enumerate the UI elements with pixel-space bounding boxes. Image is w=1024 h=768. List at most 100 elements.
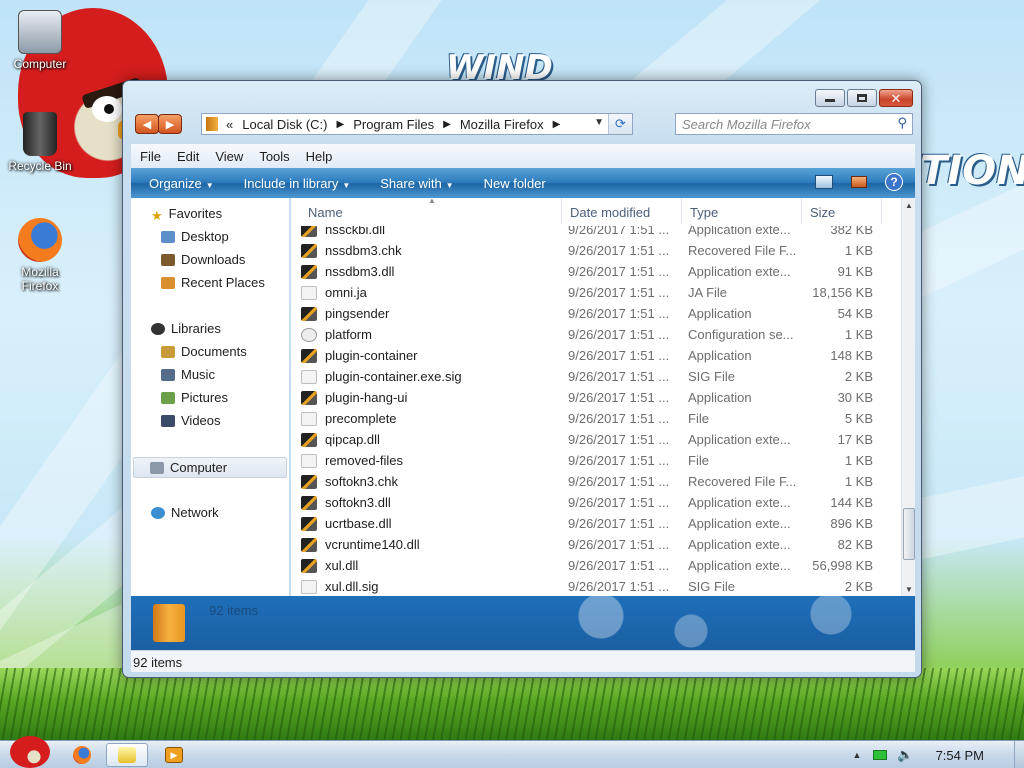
scrollbar-thumb[interactable] — [903, 508, 915, 560]
show-desktop-button[interactable] — [1014, 741, 1024, 768]
scroll-up-arrow-icon[interactable]: ▲ — [902, 198, 916, 212]
folder-large-icon — [153, 604, 185, 642]
file-row[interactable]: plugin-container 9/26/2017 1:51 ... Applic… — [291, 345, 901, 366]
file-type: Configuration se... — [688, 327, 794, 342]
file-row[interactable]: precomplete 9/26/2017 1:51 ... File 5 KB — [291, 408, 901, 429]
refresh-button[interactable]: ⟳ — [608, 114, 632, 134]
file-size: 17 KB — [837, 432, 873, 447]
menu-tools[interactable]: Tools — [259, 149, 289, 164]
nav-computer[interactable]: Computer — [133, 457, 287, 478]
back-button[interactable]: ◀ — [135, 114, 159, 134]
nav-videos[interactable]: Videos — [161, 413, 221, 428]
address-dropdown-icon[interactable]: ▼ — [594, 117, 604, 128]
search-input[interactable]: Search Mozilla Firefox ⚲ — [675, 113, 913, 135]
taskbar-media-player[interactable]: ▶ — [160, 743, 188, 767]
file-date-modified: 9/26/2017 1:51 ... — [568, 474, 670, 489]
maximize-button[interactable] — [847, 89, 877, 107]
breadcrumb-program-files[interactable]: Program Files — [353, 117, 434, 132]
menu-edit[interactable]: Edit — [177, 149, 199, 164]
menu-view[interactable]: View — [215, 149, 243, 164]
media-player-icon: ▶ — [165, 747, 183, 763]
file-row[interactable]: softokn3.dll 9/26/2017 1:51 ... Applicatio… — [291, 492, 901, 513]
file-row[interactable]: platform 9/26/2017 1:51 ... Configuration … — [291, 324, 901, 345]
change-view-icon[interactable] — [815, 175, 833, 189]
file-row[interactable]: plugin-hang-ui 9/26/2017 1:51 ... Applicat… — [291, 387, 901, 408]
nav-downloads[interactable]: Downloads — [161, 252, 245, 267]
file-row[interactable]: qipcap.dll 9/26/2017 1:51 ... Application … — [291, 429, 901, 450]
nav-favorites[interactable]: ★ Favorites — [151, 206, 222, 223]
file-row[interactable]: softokn3.chk 9/26/2017 1:51 ... Recovered … — [291, 471, 901, 492]
nav-libraries[interactable]: Libraries — [151, 321, 221, 336]
computer-icon — [150, 461, 164, 474]
include-in-library-button[interactable]: Include in library ▼ — [244, 176, 351, 191]
address-bar[interactable]: « Local Disk (C:) ▶ Program Files ▶ Mozi… — [201, 113, 633, 135]
nav-recent-places[interactable]: Recent Places — [161, 275, 265, 290]
column-header-name[interactable]: Name ▲ — [300, 196, 562, 224]
nav-pictures[interactable]: Pictures — [161, 390, 228, 405]
file-type: File — [688, 411, 709, 426]
taskbar-explorer[interactable] — [106, 743, 148, 767]
organize-button[interactable]: Organize ▼ — [149, 176, 214, 191]
show-hidden-icons-button[interactable]: ▲ — [852, 750, 861, 760]
start-button[interactable] — [4, 735, 56, 768]
breadcrumb-mozilla-firefox[interactable]: Mozilla Firefox — [460, 117, 544, 132]
share-with-button[interactable]: Share with ▼ — [380, 176, 453, 191]
breadcrumb-overflow[interactable]: « — [226, 117, 233, 132]
volume-icon[interactable]: 🔈 — [897, 747, 913, 763]
nav-music[interactable]: Music — [161, 367, 215, 382]
file-name-cell: removed-files — [301, 453, 403, 468]
battery-icon[interactable] — [873, 750, 888, 760]
file-row[interactable]: omni.ja 9/26/2017 1:51 ... JA File 18,156 K… — [291, 282, 901, 303]
file-row[interactable]: pingsender 9/26/2017 1:51 ... Application 5… — [291, 303, 901, 324]
search-placeholder: Search Mozilla Firefox — [682, 117, 811, 132]
file-size: 1 KB — [844, 327, 873, 342]
desktop-icon-firefox[interactable]: Mozilla Firefox — [0, 218, 80, 293]
file-row[interactable]: nssdbm3.dll 9/26/2017 1:51 ... Application… — [291, 261, 901, 282]
file-row[interactable]: plugin-container.exe.sig 9/26/2017 1:51 .… — [291, 366, 901, 387]
file-size: 382 KB — [830, 226, 873, 237]
column-header-date-modified[interactable]: Date modified — [562, 198, 682, 224]
file-size: 144 KB — [830, 495, 873, 510]
new-folder-button[interactable]: New folder — [484, 176, 546, 191]
column-header-size[interactable]: Size — [802, 198, 882, 224]
file-row[interactable]: removed-files 9/26/2017 1:51 ... File 1 KB — [291, 450, 901, 471]
close-button[interactable]: ✕ — [879, 89, 913, 107]
breadcrumb-local-disk[interactable]: Local Disk (C:) — [242, 117, 327, 132]
file-row[interactable]: xul.dll.sig 9/26/2017 1:51 ... SIG File 2 K… — [291, 576, 901, 596]
nav-documents[interactable]: Documents — [161, 344, 247, 359]
column-header-type[interactable]: Type — [682, 198, 802, 224]
grass-wallpaper — [0, 668, 1024, 740]
file-row[interactable]: nssckbi.dll 9/26/2017 1:51 ... Application… — [291, 226, 901, 240]
file-row[interactable]: xul.dll 9/26/2017 1:51 ... Application ext… — [291, 555, 901, 576]
menu-help[interactable]: Help — [306, 149, 333, 164]
minimize-button[interactable] — [815, 89, 845, 107]
vertical-scrollbar[interactable]: ▲ ▼ — [901, 198, 915, 596]
file-type: File — [688, 453, 709, 468]
desktop-icon-computer[interactable]: Computer — [0, 10, 80, 71]
help-icon[interactable]: ? — [885, 173, 903, 191]
breadcrumb-chevron-icon[interactable]: ▶ — [336, 119, 344, 130]
breadcrumb-chevron-icon[interactable]: ▶ — [443, 119, 451, 130]
nav-network-label: Network — [171, 505, 219, 520]
file-row[interactable]: ucrtbase.dll 9/26/2017 1:51 ... Applicatio… — [291, 513, 901, 534]
file-name: removed-files — [325, 453, 404, 468]
file-name: plugin-container.exe.sig — [325, 369, 462, 384]
forward-button[interactable]: ▶ — [158, 114, 182, 134]
nav-network[interactable]: Network — [151, 505, 219, 520]
nav-desktop[interactable]: Desktop — [161, 229, 229, 244]
file-name: platform — [325, 327, 372, 342]
desktop-icon-recycle-bin[interactable]: Recycle Bin — [0, 112, 80, 173]
generic-file-icon — [301, 369, 317, 384]
application-file-icon — [301, 537, 317, 552]
file-name: pingsender — [325, 306, 390, 321]
menu-file[interactable]: File — [140, 149, 161, 164]
application-file-icon — [301, 495, 317, 510]
file-row[interactable]: vcruntime140.dll 9/26/2017 1:51 ... Applic… — [291, 534, 901, 555]
preview-pane-icon[interactable] — [851, 176, 867, 188]
clock[interactable]: 7:54 PM — [936, 748, 984, 763]
scroll-down-arrow-icon[interactable]: ▼ — [902, 582, 916, 596]
breadcrumb-chevron-icon[interactable]: ▶ — [553, 119, 561, 130]
file-row[interactable]: nssdbm3.chk 9/26/2017 1:51 ... Recovered F… — [291, 240, 901, 261]
search-icon[interactable]: ⚲ — [897, 115, 907, 131]
taskbar-firefox[interactable] — [68, 743, 96, 767]
